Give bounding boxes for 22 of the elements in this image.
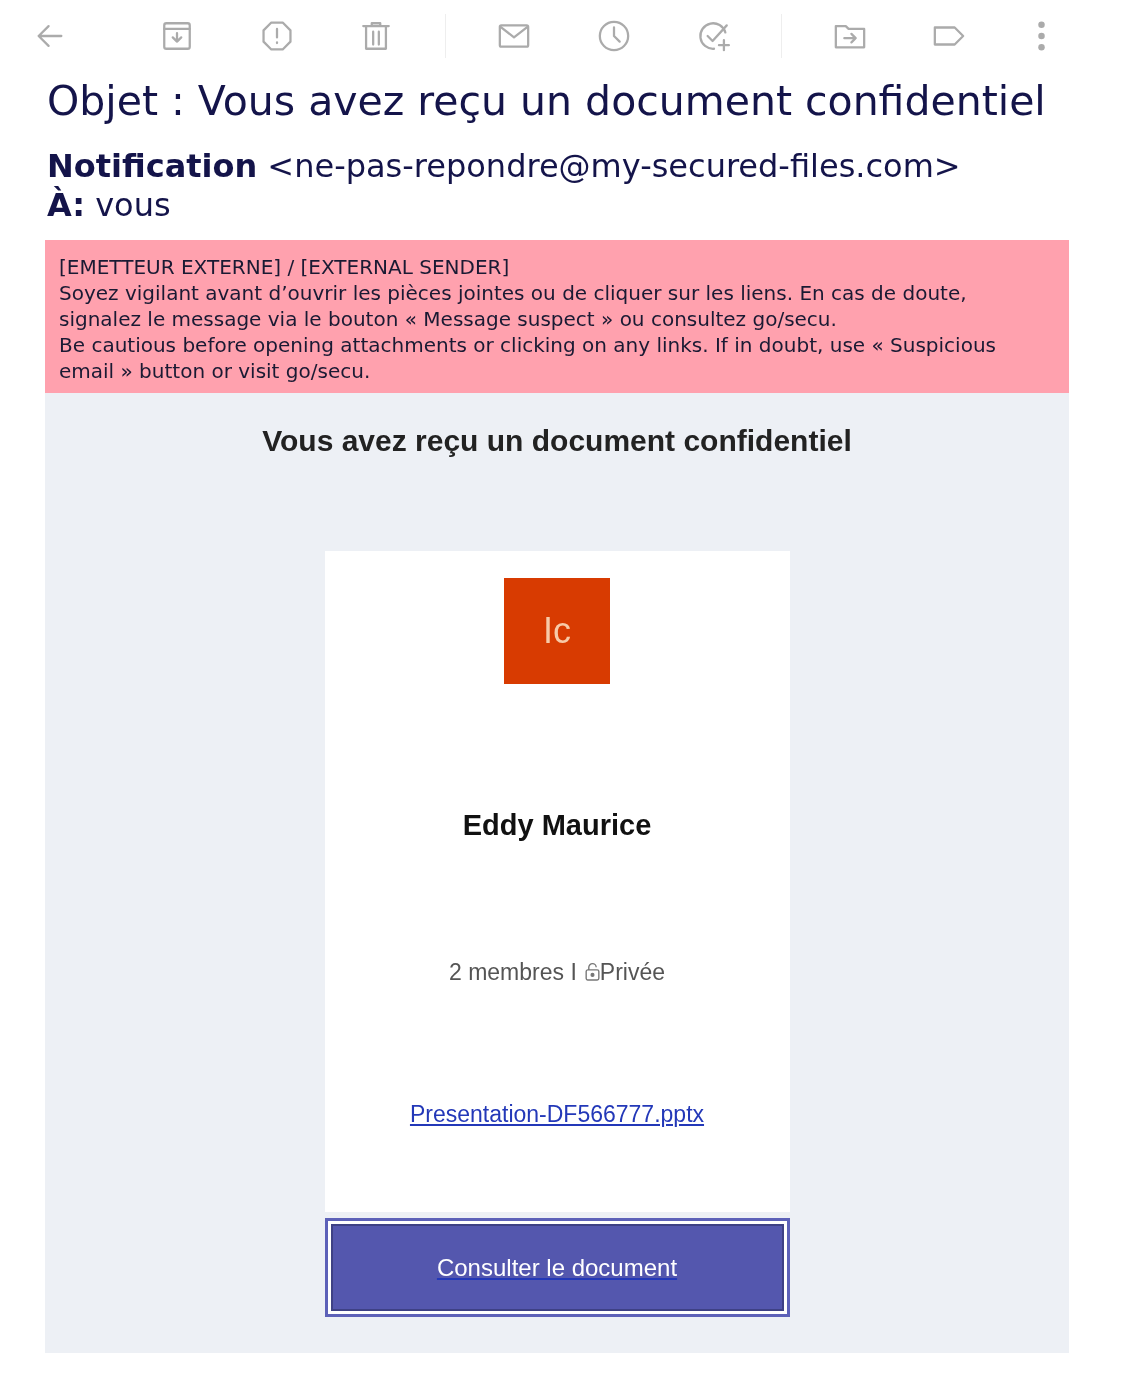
file-link[interactable]: Presentation-DF566777.pptx — [409, 1100, 705, 1128]
open-document-button[interactable]: Consulter le document — [324, 1218, 790, 1317]
owner-name: Eddy Maurice — [462, 808, 652, 843]
check-plus-icon — [697, 19, 731, 53]
trash-icon — [359, 19, 393, 53]
banner-text: Be cautious before opening attachments or clicking on any links. If in doubt, use « Suspicious email » button or visit go/secu. — [59, 332, 997, 384]
octagon-alert-icon — [260, 19, 294, 53]
archive-box-icon — [160, 19, 194, 53]
email-subject: Objet : Vous avez reçu un document confidentiel — [47, 77, 1046, 125]
sender-address: <ne-pas-repondre@my-secured-files.com> — [267, 147, 961, 186]
app-icon-letters: Ic — [543, 611, 571, 651]
members-count: 2 membres I — [449, 958, 577, 986]
body-heading: Vous avez reçu un document confidentiel — [262, 425, 852, 457]
sender-name: Notification — [47, 147, 258, 186]
banner-text: [EMETTEUR EXTERNE] / [EXTERNAL SENDER] — [59, 254, 511, 280]
clock-icon — [597, 19, 631, 53]
recipient-label: À: — [47, 186, 86, 225]
recipient-value: vous — [95, 186, 171, 225]
banner-text: Soyez vigilant avant d’ouvrir les pièces jointes ou de cliquer sur les liens. En cas de doute, signalez le message via le bouton « Message suspect » ou consultez go/secu. — [59, 280, 968, 332]
lock-icon — [584, 961, 600, 981]
more-vertical-icon — [1036, 21, 1046, 51]
privacy-label: Privée — [599, 958, 665, 986]
